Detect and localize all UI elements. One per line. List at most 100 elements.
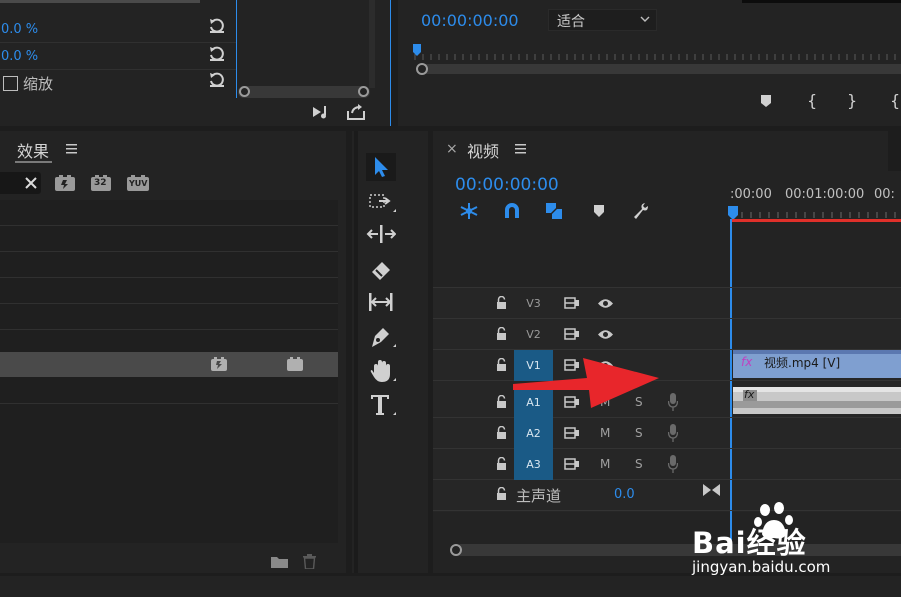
voice-over-mic-icon[interactable] (667, 455, 679, 473)
list-divider (0, 251, 338, 252)
track-lock-icon[interactable] (496, 456, 507, 470)
list-divider (0, 403, 338, 404)
status-bar (0, 576, 901, 597)
zoom-handle-left[interactable] (239, 86, 250, 97)
add-marker-icon[interactable] (593, 204, 605, 218)
razor-tool-icon[interactable] (366, 256, 396, 284)
slip-tool-icon[interactable] (366, 289, 396, 317)
work-area-bar[interactable] (732, 219, 901, 222)
audio-waveform (733, 401, 901, 408)
export-icon[interactable] (346, 104, 366, 120)
hamburger-menu-icon[interactable] (66, 143, 77, 154)
yuv-effects-icon[interactable]: YUV (127, 175, 149, 191)
reset-icon[interactable] (208, 18, 226, 34)
close-timeline-icon[interactable]: × (446, 141, 458, 157)
mute-button[interactable]: M (600, 457, 610, 471)
master-expand-icon[interactable] (703, 484, 720, 496)
fit-dropdown[interactable]: 适合 (548, 9, 657, 31)
effects-tab-title[interactable]: 效果 (17, 138, 49, 162)
master-track-label: 主声道 (516, 487, 562, 505)
track-lock-icon[interactable] (496, 425, 507, 439)
track-lock-icon[interactable] (496, 295, 507, 309)
track-target-v2[interactable]: V2 (514, 319, 553, 350)
monitor-playhead-icon[interactable] (413, 44, 421, 56)
master-volume-value[interactable]: 0.0 (614, 487, 635, 502)
voice-over-mic-icon[interactable] (667, 424, 679, 442)
video-clip[interactable]: fx 视频.mp4 [V] (733, 350, 901, 378)
go-to-in-icon[interactable]: { (890, 92, 901, 110)
effect-controls-scroll-track[interactable] (0, 0, 200, 3)
effects-tab-underline (15, 161, 52, 163)
timeline-ruler-label: 00: (874, 187, 895, 202)
selection-tool-icon[interactable] (366, 153, 396, 181)
list-divider (0, 277, 338, 278)
track-lock-icon[interactable] (496, 326, 507, 340)
trash-icon[interactable] (303, 554, 316, 570)
list-item-selected[interactable] (0, 352, 338, 377)
mark-out-icon[interactable]: } (847, 92, 859, 110)
zoom-scrollbar[interactable] (238, 86, 370, 98)
reset-icon[interactable] (208, 72, 226, 88)
type-tool-icon[interactable] (366, 391, 396, 419)
watermark-text: Bai经验 (692, 526, 807, 560)
timeline-zoom-handle[interactable] (450, 544, 462, 556)
master-lock-icon[interactable] (496, 486, 507, 500)
audio-clip[interactable]: fx (733, 387, 901, 414)
monitor-frame-bottom (742, 0, 901, 3)
video-clip-label: 视频.mp4 [V] (764, 356, 841, 370)
clear-search-icon[interactable] (25, 177, 37, 189)
timeline-tab-title[interactable]: 视频 (467, 138, 499, 162)
mute-button[interactable]: M (600, 426, 610, 440)
reset-icon[interactable] (208, 46, 226, 62)
rotation-value[interactable]: 0.0 % (1, 49, 38, 64)
ripple-edit-tool-icon[interactable] (366, 221, 397, 249)
hand-tool-icon[interactable] (366, 357, 396, 385)
timeline-playhead-icon[interactable] (728, 206, 738, 220)
sync-lock-icon[interactable] (564, 297, 580, 309)
monitor-zoom-handle[interactable] (416, 63, 428, 75)
toggle-output-eye-icon[interactable] (597, 329, 614, 340)
track-target-v3[interactable]: V3 (514, 288, 553, 319)
fit-dropdown-label: 适合 (557, 14, 585, 30)
timeline-ruler-label: :00:00 (730, 187, 772, 202)
list-divider (0, 225, 338, 226)
track-select-forward-tool-icon[interactable] (366, 188, 396, 216)
32bit-effects-icon[interactable]: 32 (91, 175, 111, 191)
pen-tool-icon[interactable] (366, 323, 396, 351)
accelerated-effects-icon[interactable] (55, 175, 75, 191)
program-timecode[interactable]: 00:00:00:00 (421, 11, 519, 30)
sync-lock-icon[interactable] (564, 328, 580, 340)
monitor-scroll-track[interactable] (420, 64, 901, 74)
fx-badge: fx (741, 355, 753, 369)
nest-toggle-icon[interactable] (459, 202, 479, 220)
hamburger-menu-icon[interactable] (515, 143, 526, 154)
position-value[interactable]: 0.0 % (1, 22, 38, 37)
timeline-timecode[interactable]: 00:00:00:00 (455, 175, 559, 195)
new-folder-icon[interactable] (271, 555, 288, 568)
tools-grip[interactable] (354, 131, 358, 573)
wrench-icon[interactable] (632, 202, 650, 220)
add-marker-icon[interactable] (759, 94, 773, 108)
audio-play-icon[interactable] (312, 104, 332, 120)
linked-selection-icon[interactable] (544, 201, 564, 221)
track-lock-icon[interactable] (496, 394, 507, 408)
track-divider (433, 287, 901, 288)
snap-icon[interactable] (503, 202, 521, 220)
zoom-handle-right[interactable] (358, 86, 369, 97)
track-target-a3[interactable]: A3 (514, 449, 553, 480)
toggle-output-eye-icon[interactable] (597, 298, 614, 309)
audio-clip-header (733, 387, 901, 392)
track-divider (433, 448, 901, 449)
vertical-scrollbar[interactable] (369, 0, 375, 88)
track-lock-icon[interactable] (496, 357, 507, 371)
solo-button[interactable]: S (635, 426, 643, 440)
track-target-a2[interactable]: A2 (514, 418, 553, 449)
scale-checkbox[interactable] (3, 76, 18, 91)
monitor-ruler[interactable] (413, 46, 901, 66)
voice-over-mic-icon[interactable] (667, 393, 679, 411)
sync-lock-icon[interactable] (564, 427, 580, 439)
solo-button[interactable]: S (635, 457, 643, 471)
mark-in-icon[interactable]: { (807, 92, 819, 110)
sync-lock-icon[interactable] (564, 458, 580, 470)
accelerated-effects-icon (211, 357, 227, 375)
